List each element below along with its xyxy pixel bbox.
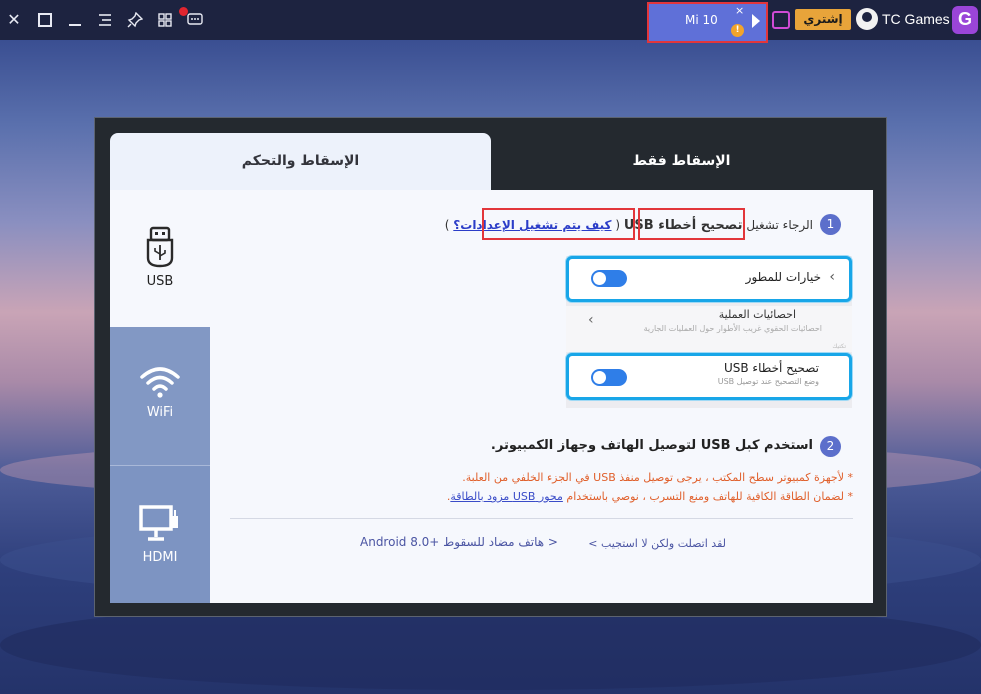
tab-projection-control[interactable]: الإسقاط والتحكم (110, 133, 491, 190)
powered-usb-hub-link[interactable]: محور USB مزود بالطاقة (450, 490, 563, 503)
desktop-note: * لأجهزة كمبيوتر سطح المكتب ، يرجى توصيل… (462, 471, 853, 484)
connection-panel: USB WiFi HDMI 1 الرجاء تشغيل تصحيح أخطاء… (110, 190, 873, 603)
grid-icon[interactable] (154, 9, 176, 31)
avatar[interactable] (856, 8, 878, 30)
wifi-icon (140, 367, 180, 398)
apps-icon[interactable] (772, 11, 790, 29)
step1-prefix: الرجاء تشغيل (746, 218, 813, 232)
device-name: Mi 10 (685, 13, 718, 27)
power-note-prefix: * لضمان الطاقة الكافية للهاتف ومنع التسر… (566, 490, 853, 503)
usb-icon (146, 226, 174, 268)
section-caption: تكتيك (832, 343, 846, 350)
pin-icon[interactable] (124, 9, 146, 31)
sidebar-item-label: USB (146, 274, 174, 289)
minimize-icon[interactable] (64, 9, 86, 31)
sidebar-item-wifi[interactable]: WiFi (110, 327, 210, 465)
usb-debugging-label: تصحيح أخطاء USB (723, 361, 819, 375)
divider (230, 518, 853, 519)
chevron-icon: ‹ (588, 312, 594, 328)
sidebar-item-label: WiFi (146, 405, 174, 420)
developer-options-row: خيارات للمطور ‹ (566, 256, 852, 302)
device-tab[interactable]: Mi 10 × ! (647, 2, 768, 43)
warning-icon: ! (731, 24, 744, 37)
connection-type-sidebar: USB WiFi HDMI (110, 190, 210, 603)
process-stats-row: احصائيات العملية احصائيات الحقوي غريب ال… (566, 306, 852, 352)
usb-debugging-sub: وضع التصحيح عند توصيل USB (717, 377, 819, 386)
tab-projection-only[interactable]: الإسقاط فقط (491, 133, 872, 190)
step-number: 1 (820, 214, 841, 235)
android-anti-drop-link[interactable]: Android 8.0+ هاتف مضاد للسقوط > (360, 535, 558, 549)
connection-dialog: الإسقاط والتحكم الإسقاط فقط USB WiFi HDM… (94, 117, 887, 617)
brand-logo: G (952, 6, 978, 34)
notification-dot (179, 7, 188, 16)
brand-name: TC Games (882, 11, 950, 27)
sidebar-item-hdmi[interactable]: HDMI (110, 465, 210, 603)
power-note: * لضمان الطاقة الكافية للهاتف ومنع التسر… (447, 490, 853, 503)
close-icon[interactable]: × (735, 4, 744, 17)
step-number: 2 (820, 436, 841, 457)
process-stats-sub: احصائيات الحقوي غريب الأطوار حول العمليا… (643, 324, 822, 333)
fullscreen-icon[interactable] (34, 9, 56, 31)
highlight-box (482, 208, 635, 240)
step2-instruction: استخدم كبل USB لتوصيل الهاتف وجهاز الكمب… (490, 438, 813, 453)
monitor-icon (139, 505, 178, 541)
process-stats-label: احصائيات العملية (718, 308, 796, 321)
title-bar: ✕ Mi 10 × ! إشتري TC Games G (0, 0, 981, 43)
phone-settings-illustration: خيارات للمطور ‹ احصائيات العملية احصائيا… (566, 256, 852, 408)
sidebar-item-label: HDMI (142, 550, 178, 565)
developer-options-label: خيارات للمطور (745, 270, 821, 284)
chevron-icon: ‹ (829, 269, 835, 285)
toggle-switch (591, 270, 627, 287)
play-icon[interactable] (752, 14, 760, 28)
usb-instructions: 1 الرجاء تشغيل تصحيح أخطاء USB ( كيف يتم… (210, 190, 873, 603)
toggle-switch (591, 369, 627, 386)
close-icon[interactable]: ✕ (3, 9, 25, 31)
highlight-box (638, 208, 745, 240)
menu-icon[interactable] (94, 9, 116, 31)
paren-close: ) (444, 218, 450, 232)
buy-button[interactable]: إشتري (795, 9, 851, 30)
sidebar-item-usb[interactable]: USB (110, 190, 210, 327)
usb-debugging-row: تصحيح أخطاء USB وضع التصحيح عند توصيل US… (566, 353, 852, 400)
connected-not-responding-link[interactable]: لقد اتصلت ولكن لا استجيب > (588, 537, 726, 550)
